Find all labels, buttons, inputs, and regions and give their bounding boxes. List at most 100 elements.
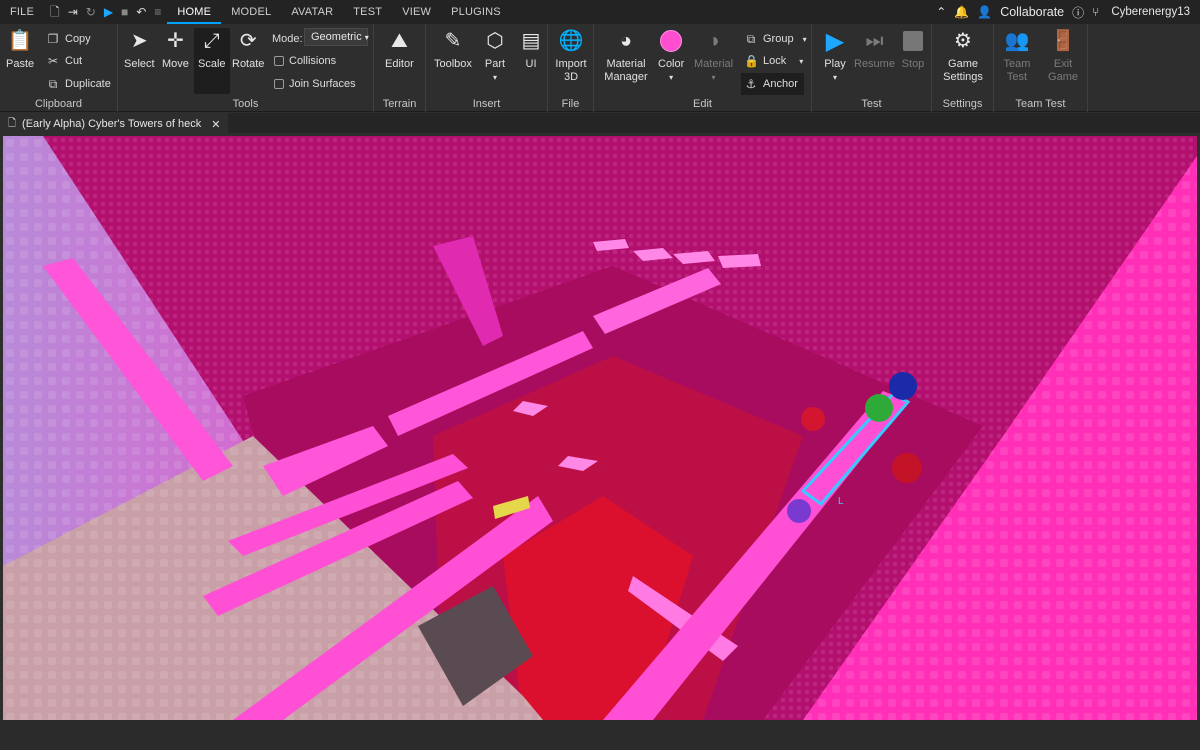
checkbox-icon bbox=[274, 79, 284, 89]
tab-avatar[interactable]: AVATAR bbox=[281, 0, 343, 24]
scale-button[interactable]: ⤢ Scale bbox=[194, 28, 230, 94]
paste-button[interactable]: 📋 Paste bbox=[6, 28, 34, 71]
test-group: ▶ Play ▾ ⏭ Resume Stop Test bbox=[812, 24, 932, 112]
new-file-icon[interactable]: 🗋 bbox=[50, 0, 60, 24]
chevron-down-icon: ▾ bbox=[799, 56, 804, 66]
status-bar bbox=[0, 720, 1200, 750]
terrain-group: ⛰ Editor Terrain bbox=[374, 24, 426, 112]
play-quick-icon[interactable]: ▶ bbox=[104, 0, 113, 24]
tab-view[interactable]: VIEW bbox=[392, 0, 441, 24]
redo-icon[interactable]: ↻ bbox=[86, 0, 96, 24]
join-surfaces-checkbox[interactable]: Join Surfaces bbox=[274, 75, 356, 93]
top-right-bar: ⌃ 🔔 👤 Collaborate ⓘ ⑂ Cyberenergy13 bbox=[936, 0, 1200, 24]
group-icon: ⧉ bbox=[746, 31, 756, 46]
tools-group-label: Tools bbox=[232, 98, 259, 110]
document-tabs: 🗋 (Early Alpha) Cyber's Towers of heck ✕ bbox=[0, 113, 1200, 133]
move-button[interactable]: ✛ Move bbox=[162, 28, 189, 71]
share-icon[interactable]: ⑂ bbox=[1092, 5, 1099, 19]
team-test-button[interactable]: 👥 Team Test bbox=[1002, 28, 1032, 84]
exit-game-button[interactable]: 🚪 Exit Game bbox=[1048, 28, 1078, 84]
group-button[interactable]: ⧉ Group ▾ bbox=[744, 30, 807, 48]
stop-icon bbox=[900, 28, 926, 54]
tab-test[interactable]: TEST bbox=[343, 0, 392, 24]
rotate-icon: ⟳ bbox=[239, 29, 257, 52]
toolbox-icon: ✎ bbox=[444, 29, 462, 52]
play-button[interactable]: ▶ Play ▾ bbox=[822, 28, 848, 84]
duplicate-icon: ⧉ bbox=[48, 76, 58, 91]
clipboard-group: 📋 Paste ❐ Copy ✂ Cut ⧉ Duplicate Clipboard bbox=[0, 24, 118, 112]
resume-button[interactable]: ⏭ Resume bbox=[854, 28, 895, 71]
copy-label: Copy bbox=[65, 33, 91, 45]
ribbon: 📋 Paste ❐ Copy ✂ Cut ⧉ Duplicate Clipboard … bbox=[0, 24, 1200, 112]
tools-group: ➤ Select ✛ Move ⤢ Scale ⟳ Rotate Mode: G… bbox=[118, 24, 374, 112]
close-icon[interactable]: ✕ bbox=[211, 118, 220, 131]
move-label: Move bbox=[162, 58, 189, 70]
tab-home[interactable]: HOME bbox=[167, 0, 222, 24]
terrain-icon: ⛰ bbox=[390, 29, 408, 52]
game-settings-button[interactable]: ⚙ Game Settings bbox=[942, 28, 984, 84]
chevron-down-icon: ▾ bbox=[669, 73, 674, 82]
join-surfaces-label: Join Surfaces bbox=[289, 78, 356, 90]
globe-icon: 🌐 bbox=[558, 29, 584, 52]
lock-icon: 🔒 bbox=[744, 54, 759, 68]
copy-icon: ❐ bbox=[47, 32, 59, 46]
team-test-icon: 👥 bbox=[1004, 29, 1030, 52]
customize-icon[interactable]: ≡ bbox=[154, 0, 161, 24]
terrain-editor-button[interactable]: ⛰ Editor bbox=[385, 28, 414, 71]
stop-button[interactable]: Stop bbox=[900, 28, 926, 71]
material-icon: ◑ bbox=[707, 29, 720, 52]
cube-icon: ⬡ bbox=[486, 29, 504, 52]
tab-plugins[interactable]: PLUGINS bbox=[441, 0, 511, 24]
material-button[interactable]: ◑ Material ▾ bbox=[694, 28, 733, 84]
mode-text: Mode: bbox=[272, 33, 303, 45]
mode-value: Geometric bbox=[311, 31, 362, 43]
import-3d-button[interactable]: 🌐 Import 3D bbox=[554, 28, 588, 84]
mode-dropdown[interactable]: Geometric ▾ bbox=[304, 28, 369, 46]
file-group: 🌐 Import 3D File bbox=[548, 24, 594, 112]
tab-model[interactable]: MODEL bbox=[221, 0, 281, 24]
document-icon: 🗋 bbox=[8, 117, 17, 129]
settings-group-label: Settings bbox=[942, 98, 983, 110]
chevron-down-icon: ▾ bbox=[364, 33, 369, 42]
anchor-button[interactable]: ⚓ Anchor bbox=[741, 73, 804, 95]
cut-button[interactable]: ✂ Cut bbox=[46, 52, 82, 70]
copy-button[interactable]: ❐ Copy bbox=[46, 30, 91, 48]
help-icon[interactable]: ⓘ bbox=[1072, 4, 1084, 21]
duplicate-button[interactable]: ⧉ Duplicate bbox=[46, 75, 111, 93]
expand-icon[interactable]: ⌃ bbox=[936, 5, 946, 19]
open-file-icon[interactable]: ⇥ bbox=[68, 0, 78, 24]
stop-quick-icon[interactable]: ■ bbox=[121, 0, 128, 24]
color-button[interactable]: Color ▾ bbox=[658, 28, 684, 84]
document-tab[interactable]: 🗋 (Early Alpha) Cyber's Towers of heck ✕ bbox=[0, 113, 229, 133]
rotate-button[interactable]: ⟳ Rotate bbox=[232, 28, 264, 71]
collaborate-button[interactable]: Collaborate bbox=[1000, 5, 1064, 19]
insert-group-label: Insert bbox=[472, 98, 501, 110]
team-test-label: Team Test bbox=[1003, 58, 1031, 83]
material-manager-button[interactable]: ◕ Material Manager bbox=[604, 28, 648, 84]
document-tab-title: (Early Alpha) Cyber's Towers of heck bbox=[22, 118, 202, 130]
part-button[interactable]: ⬡ Part ▾ bbox=[482, 28, 508, 84]
toolbox-button[interactable]: ✎ Toolbox bbox=[434, 28, 472, 71]
username-label[interactable]: Cyberenergy13 bbox=[1111, 6, 1190, 18]
collaborate-icon: 👤 bbox=[977, 5, 993, 19]
select-button[interactable]: ➤ Select bbox=[124, 28, 155, 71]
exit-icon: 🚪 bbox=[1050, 29, 1076, 52]
chevron-down-icon: ▾ bbox=[492, 73, 497, 82]
green-orb bbox=[865, 394, 893, 422]
ui-button[interactable]: ▤ UI bbox=[518, 28, 544, 71]
collisions-checkbox[interactable]: Collisions bbox=[274, 52, 336, 70]
cut-label: Cut bbox=[65, 55, 83, 67]
part-label: Part bbox=[484, 58, 506, 70]
undo-icon[interactable]: ↶ bbox=[136, 0, 146, 24]
chevron-down-icon: ▾ bbox=[802, 34, 807, 44]
file-menu[interactable]: FILE bbox=[0, 0, 44, 24]
notifications-icon[interactable]: 🔔 bbox=[954, 5, 969, 19]
clipboard-icon: 📋 bbox=[7, 29, 33, 52]
select-label: Select bbox=[124, 58, 155, 70]
game-settings-label: Game Settings bbox=[943, 58, 983, 83]
purple-orb bbox=[787, 499, 811, 523]
3d-viewport[interactable]: L bbox=[3, 136, 1197, 720]
anchor-icon: ⚓ bbox=[745, 77, 757, 91]
toolbox-label: Toolbox bbox=[434, 58, 472, 70]
lock-button[interactable]: 🔒 Lock ▾ bbox=[744, 52, 803, 70]
